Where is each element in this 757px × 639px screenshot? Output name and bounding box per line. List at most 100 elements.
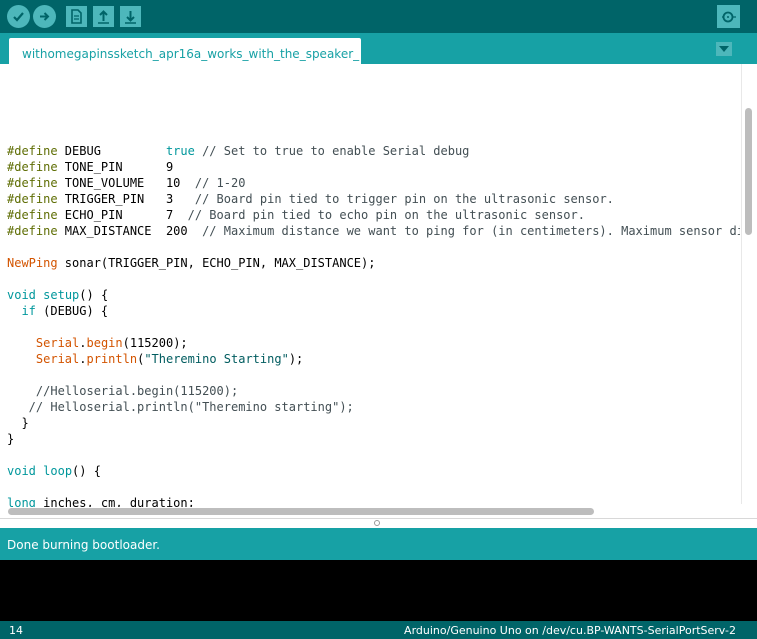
code-token: // Board pin tied to echo pin on the ult… bbox=[187, 208, 585, 222]
code-token: #define bbox=[7, 160, 58, 174]
line-number: 14 bbox=[9, 624, 23, 637]
code-token: // Board pin tied to trigger pin on the … bbox=[194, 192, 614, 206]
code-token: DEBUG bbox=[57, 144, 166, 158]
document-icon bbox=[71, 9, 82, 24]
board-info: Arduino/Genuino Uno on /dev/cu.BP-WANTS-… bbox=[404, 624, 736, 637]
code-line: Serial.println("Theremino Starting"); bbox=[7, 351, 740, 367]
arrow-down-icon bbox=[125, 11, 136, 24]
code-token: true bbox=[165, 144, 195, 158]
code-token: () { bbox=[72, 464, 101, 478]
code-token: sonar(TRIGGER_PIN, ECHO_PIN, MAX_DISTANC… bbox=[57, 256, 376, 270]
console-output[interactable] bbox=[0, 560, 757, 621]
code-line: Serial.begin(115200); bbox=[7, 335, 740, 351]
code-token: TONE_PIN 9 bbox=[57, 160, 174, 174]
code-token: "Theremino Starting" bbox=[144, 352, 289, 366]
code-token: ECHO_PIN 7 bbox=[57, 208, 188, 222]
code-token: println bbox=[86, 352, 138, 366]
code-token: if bbox=[21, 304, 36, 318]
code-token: . bbox=[79, 352, 87, 366]
new-button[interactable] bbox=[66, 6, 87, 27]
code-token: #define bbox=[7, 192, 58, 206]
chevron-down-icon bbox=[719, 46, 729, 52]
code-token: // 1-20 bbox=[194, 176, 246, 190]
code-token: } bbox=[7, 432, 15, 446]
code-token: // Maximum distance we want to ping for … bbox=[202, 224, 740, 238]
vertical-scroll-track bbox=[741, 64, 742, 504]
code-token: MAX_DISTANCE 200 bbox=[57, 224, 203, 238]
code-token: loop bbox=[43, 464, 73, 478]
magnifier-icon bbox=[721, 11, 736, 22]
verify-button[interactable] bbox=[7, 5, 30, 28]
code-token: void bbox=[7, 288, 36, 302]
tab-sketch[interactable]: withomegapinssketch_apr16a_works_with_th… bbox=[9, 38, 361, 65]
code-line: #define TONE_VOLUME 10 // 1-20 bbox=[7, 175, 740, 191]
code-line: } bbox=[7, 415, 740, 431]
code-token: void bbox=[7, 464, 36, 478]
code-token: (DEBUG) { bbox=[35, 304, 109, 318]
code-line: void setup() { bbox=[7, 287, 740, 303]
code-line: void loop() { bbox=[7, 463, 740, 479]
code-line: long inches, cm, duration; bbox=[7, 495, 740, 507]
code-token: } bbox=[7, 416, 29, 430]
code-line: #define MAX_DISTANCE 200 // Maximum dist… bbox=[7, 223, 740, 239]
code-token: // Helloserial.println("Theremino starti… bbox=[7, 400, 354, 414]
serial-monitor-button[interactable] bbox=[717, 5, 740, 28]
code-line: //Helloserial.begin(115200); bbox=[7, 383, 740, 399]
code-line: // Helloserial.println("Theremino starti… bbox=[7, 399, 740, 415]
pane-divider[interactable] bbox=[0, 518, 757, 528]
code-line: } bbox=[7, 431, 740, 447]
code-token: . bbox=[79, 336, 87, 350]
code-line: #define DEBUG true // Set to true to ena… bbox=[7, 143, 740, 159]
code-token: TRIGGER_PIN 3 bbox=[57, 192, 195, 206]
tab-menu-button[interactable] bbox=[716, 42, 732, 56]
code-token: begin bbox=[86, 336, 123, 350]
checkmark-icon bbox=[13, 12, 24, 22]
vertical-scrollbar[interactable] bbox=[745, 108, 752, 235]
save-button[interactable] bbox=[120, 6, 141, 27]
code-token: long bbox=[7, 496, 36, 507]
code-token: NewPing bbox=[7, 256, 58, 270]
code-editor[interactable]: #define DEBUG true // Set to true to ena… bbox=[0, 64, 757, 518]
arrow-right-icon bbox=[40, 12, 50, 21]
divider-handle[interactable] bbox=[374, 520, 380, 526]
code-token: (115200); bbox=[122, 336, 188, 350]
code-token: #define bbox=[7, 144, 58, 158]
bottom-status-bar: 14 Arduino/Genuino Uno on /dev/cu.BP-WAN… bbox=[0, 621, 757, 639]
code-area[interactable]: #define DEBUG true // Set to true to ena… bbox=[7, 111, 740, 507]
code-token: #define bbox=[7, 176, 58, 190]
code-token: setup bbox=[43, 288, 80, 302]
code-line: #define ECHO_PIN 7 // Board pin tied to … bbox=[7, 207, 740, 223]
code-line: if (DEBUG) { bbox=[7, 303, 740, 319]
tab-bar: withomegapinssketch_apr16a_works_with_th… bbox=[0, 33, 757, 65]
arrow-up-icon bbox=[98, 10, 109, 24]
code-token: #define bbox=[7, 224, 58, 238]
horizontal-scrollbar[interactable] bbox=[8, 508, 594, 515]
code-token: TONE_VOLUME 10 bbox=[57, 176, 195, 190]
code-token: () { bbox=[79, 288, 109, 302]
status-message: Done burning bootloader. bbox=[0, 528, 757, 560]
code-token: ); bbox=[288, 352, 304, 366]
code-token: //Helloserial.begin(115200); bbox=[7, 384, 239, 398]
code-token: Serial bbox=[35, 336, 80, 350]
code-token: #define bbox=[7, 208, 58, 222]
code-token: Serial bbox=[35, 352, 80, 366]
open-button[interactable] bbox=[93, 6, 114, 27]
toolbar bbox=[0, 0, 757, 33]
code-line: NewPing sonar(TRIGGER_PIN, ECHO_PIN, MAX… bbox=[7, 255, 740, 271]
code-token: // Set to true to enable Serial debug bbox=[194, 144, 470, 158]
code-token: inches, cm, duration; bbox=[35, 496, 195, 507]
upload-button[interactable] bbox=[33, 5, 56, 28]
code-line: #define TRIGGER_PIN 3 // Board pin tied … bbox=[7, 191, 740, 207]
code-line: #define TONE_PIN 9 bbox=[7, 159, 740, 175]
